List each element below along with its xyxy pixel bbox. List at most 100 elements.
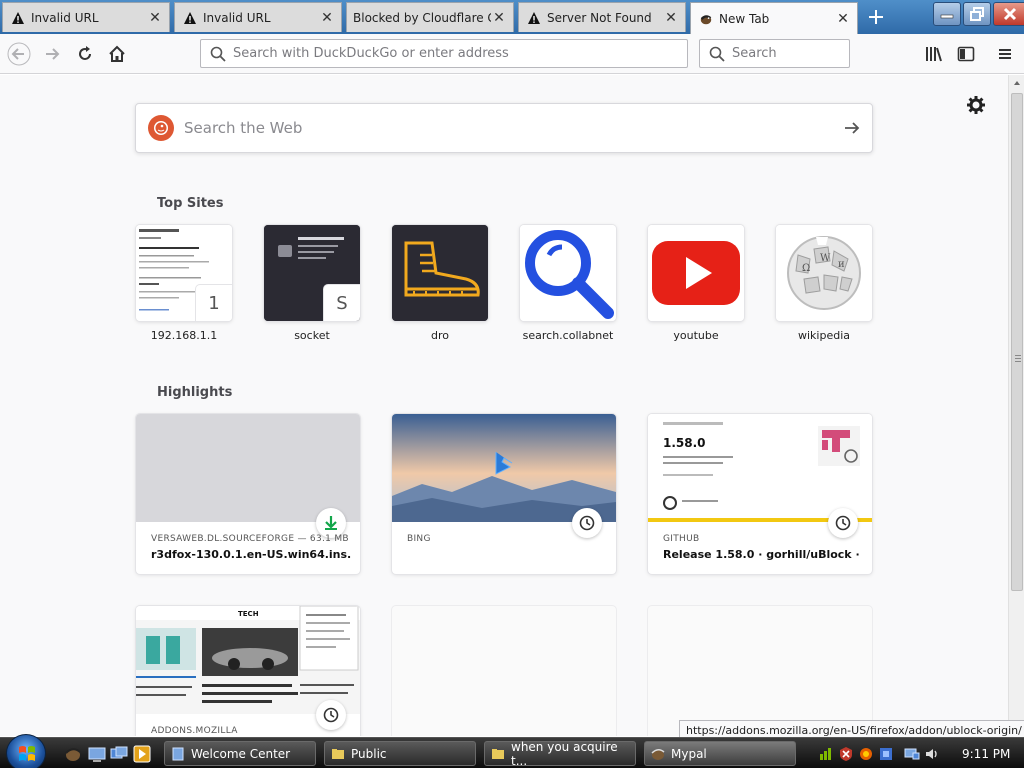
url-bar[interactable] [200, 39, 688, 68]
new-tab-button[interactable] [862, 4, 890, 30]
duckduckgo-logo-icon [148, 115, 174, 141]
svg-text:TECH: TECH [238, 610, 259, 618]
volume-tray-icon[interactable] [924, 746, 940, 762]
folder-icon [332, 748, 344, 759]
taskbar-clock[interactable]: 9:11 PM [962, 738, 1010, 768]
magnifier-logo-icon [520, 225, 616, 321]
taskbar-item-mypal[interactable]: Mypal [644, 741, 796, 766]
back-arrow-icon [7, 42, 31, 66]
highlight-source: BING [407, 534, 431, 544]
minimize-button[interactable] [933, 2, 961, 26]
top-site-label: wikipedia [797, 329, 850, 342]
back-button[interactable] [6, 42, 32, 66]
taskbar-item-welcome-center[interactable]: Welcome Center [164, 741, 316, 766]
warning-icon [183, 11, 197, 25]
taskbar-item-when-you-acquire[interactable]: when you acquire t... [484, 740, 636, 768]
thumbnail-line [663, 474, 713, 476]
scroll-up-arrow-icon[interactable] [1013, 79, 1021, 87]
top-site-search-collabnet[interactable]: search.collabnet [520, 225, 616, 342]
search-bar[interactable] [699, 39, 850, 68]
firefox-tray-icon[interactable] [858, 746, 874, 762]
github-avatar-icon [663, 496, 677, 510]
highlight-card-bing[interactable]: BING [392, 414, 616, 574]
ublock-logo-icon [818, 426, 860, 466]
forward-button[interactable] [40, 42, 66, 66]
folder-icon [492, 748, 504, 759]
highlight-card-download[interactable]: VERSAWEB.DL.SOURCEFORGE — 63.1 MB r3dfox… [136, 414, 360, 574]
highlight-thumbnail [136, 414, 360, 522]
customize-gear-button[interactable] [966, 95, 986, 115]
home-icon [109, 45, 125, 62]
firefox-logo-icon [699, 12, 713, 26]
tab-blocked-cloudflare[interactable]: Blocked by Cloudflare Ga ✕ [346, 2, 514, 32]
home-button[interactable] [104, 42, 130, 66]
hamburger-menu-icon [999, 49, 1011, 59]
tab-title: Server Not Found [547, 10, 652, 25]
display-tray-icon[interactable] [904, 746, 920, 762]
media-player-icon[interactable] [133, 745, 151, 763]
tab-invalid-url-1[interactable]: Invalid URL ✕ [2, 2, 170, 32]
search-input[interactable] [732, 46, 849, 61]
thumbnail-line [663, 422, 723, 425]
scrollbar-thumb[interactable] [1011, 93, 1023, 591]
show-desktop-icon[interactable] [88, 745, 106, 763]
network-tray-icon[interactable] [818, 746, 834, 762]
top-site-192-168-1-1[interactable]: 1 192.168.1.1 [136, 225, 232, 342]
close-tab-icon[interactable]: ✕ [147, 10, 163, 26]
sidebar-button[interactable] [953, 42, 979, 66]
menu-button[interactable] [992, 42, 1018, 66]
top-site-thumbnail: 1 [136, 225, 232, 321]
taskbar-item-label: Welcome Center [191, 746, 291, 761]
tab-invalid-url-2[interactable]: Invalid URL ✕ [174, 2, 342, 32]
top-site-thumbnail [392, 225, 488, 321]
highlight-card-addons-mozilla[interactable]: TECH ADDONS.MOZILLA [136, 606, 360, 736]
url-input[interactable] [233, 46, 687, 61]
restore-button[interactable] [963, 2, 991, 26]
top-site-socket[interactable]: S socket [264, 225, 360, 342]
taskbar-item-public[interactable]: Public [324, 741, 476, 766]
warning-icon [11, 11, 25, 25]
close-tab-icon[interactable]: ✕ [491, 10, 507, 26]
tab-new-tab[interactable]: New Tab ✕ [690, 2, 858, 34]
top-site-letter: S [324, 285, 360, 321]
web-search-box[interactable] [135, 103, 873, 153]
security-tray-icon[interactable] [838, 746, 854, 762]
arrow-right-icon [845, 122, 860, 134]
search-icon [209, 45, 227, 63]
tech-article-thumbnail: TECH [136, 606, 360, 714]
top-site-youtube[interactable]: youtube [648, 225, 744, 342]
wikipedia-globe-icon: Ω W и [776, 225, 872, 321]
top-site-thumbnail: S [264, 225, 360, 321]
boot-logo-icon [392, 225, 488, 321]
firefox-quicklaunch-icon[interactable] [64, 745, 82, 763]
thumbnail-line [663, 462, 723, 464]
highlight-card-empty [392, 606, 616, 736]
tab-server-not-found[interactable]: Server Not Found ✕ [518, 2, 686, 32]
page-scrollbar[interactable] [1008, 75, 1024, 736]
web-search-input[interactable] [184, 119, 832, 137]
close-tab-icon[interactable]: ✕ [663, 10, 679, 26]
switch-windows-icon[interactable] [110, 745, 128, 763]
close-tab-icon[interactable]: ✕ [835, 11, 851, 27]
top-site-wikipedia[interactable]: Ω W и wikipedia [776, 225, 872, 342]
clock-icon [572, 508, 602, 538]
top-site-thumbnail [520, 225, 616, 321]
clock-icon [828, 508, 858, 538]
search-go-button[interactable] [832, 108, 872, 148]
top-site-letter: 1 [196, 285, 232, 321]
start-button[interactable] [6, 734, 46, 768]
navigation-toolbar [0, 34, 1024, 74]
close-window-button[interactable] [993, 2, 1024, 26]
highlight-card-github[interactable]: 1.58.0 GITHUB Release 1.58.0 · gorhill/u… [648, 414, 872, 574]
top-site-label: dro [431, 329, 449, 342]
library-button[interactable] [921, 42, 947, 66]
youtube-logo-icon [648, 225, 744, 321]
sidebar-icon [957, 46, 975, 62]
reload-button[interactable] [72, 42, 98, 66]
highlight-title: Release 1.58.0 · gorhill/uBlock · ... [663, 548, 863, 561]
tab-title: Invalid URL [203, 10, 271, 25]
close-tab-icon[interactable]: ✕ [319, 10, 335, 26]
forward-arrow-icon [46, 48, 60, 60]
update-tray-icon[interactable] [878, 746, 894, 762]
top-site-dro[interactable]: dro [392, 225, 488, 342]
